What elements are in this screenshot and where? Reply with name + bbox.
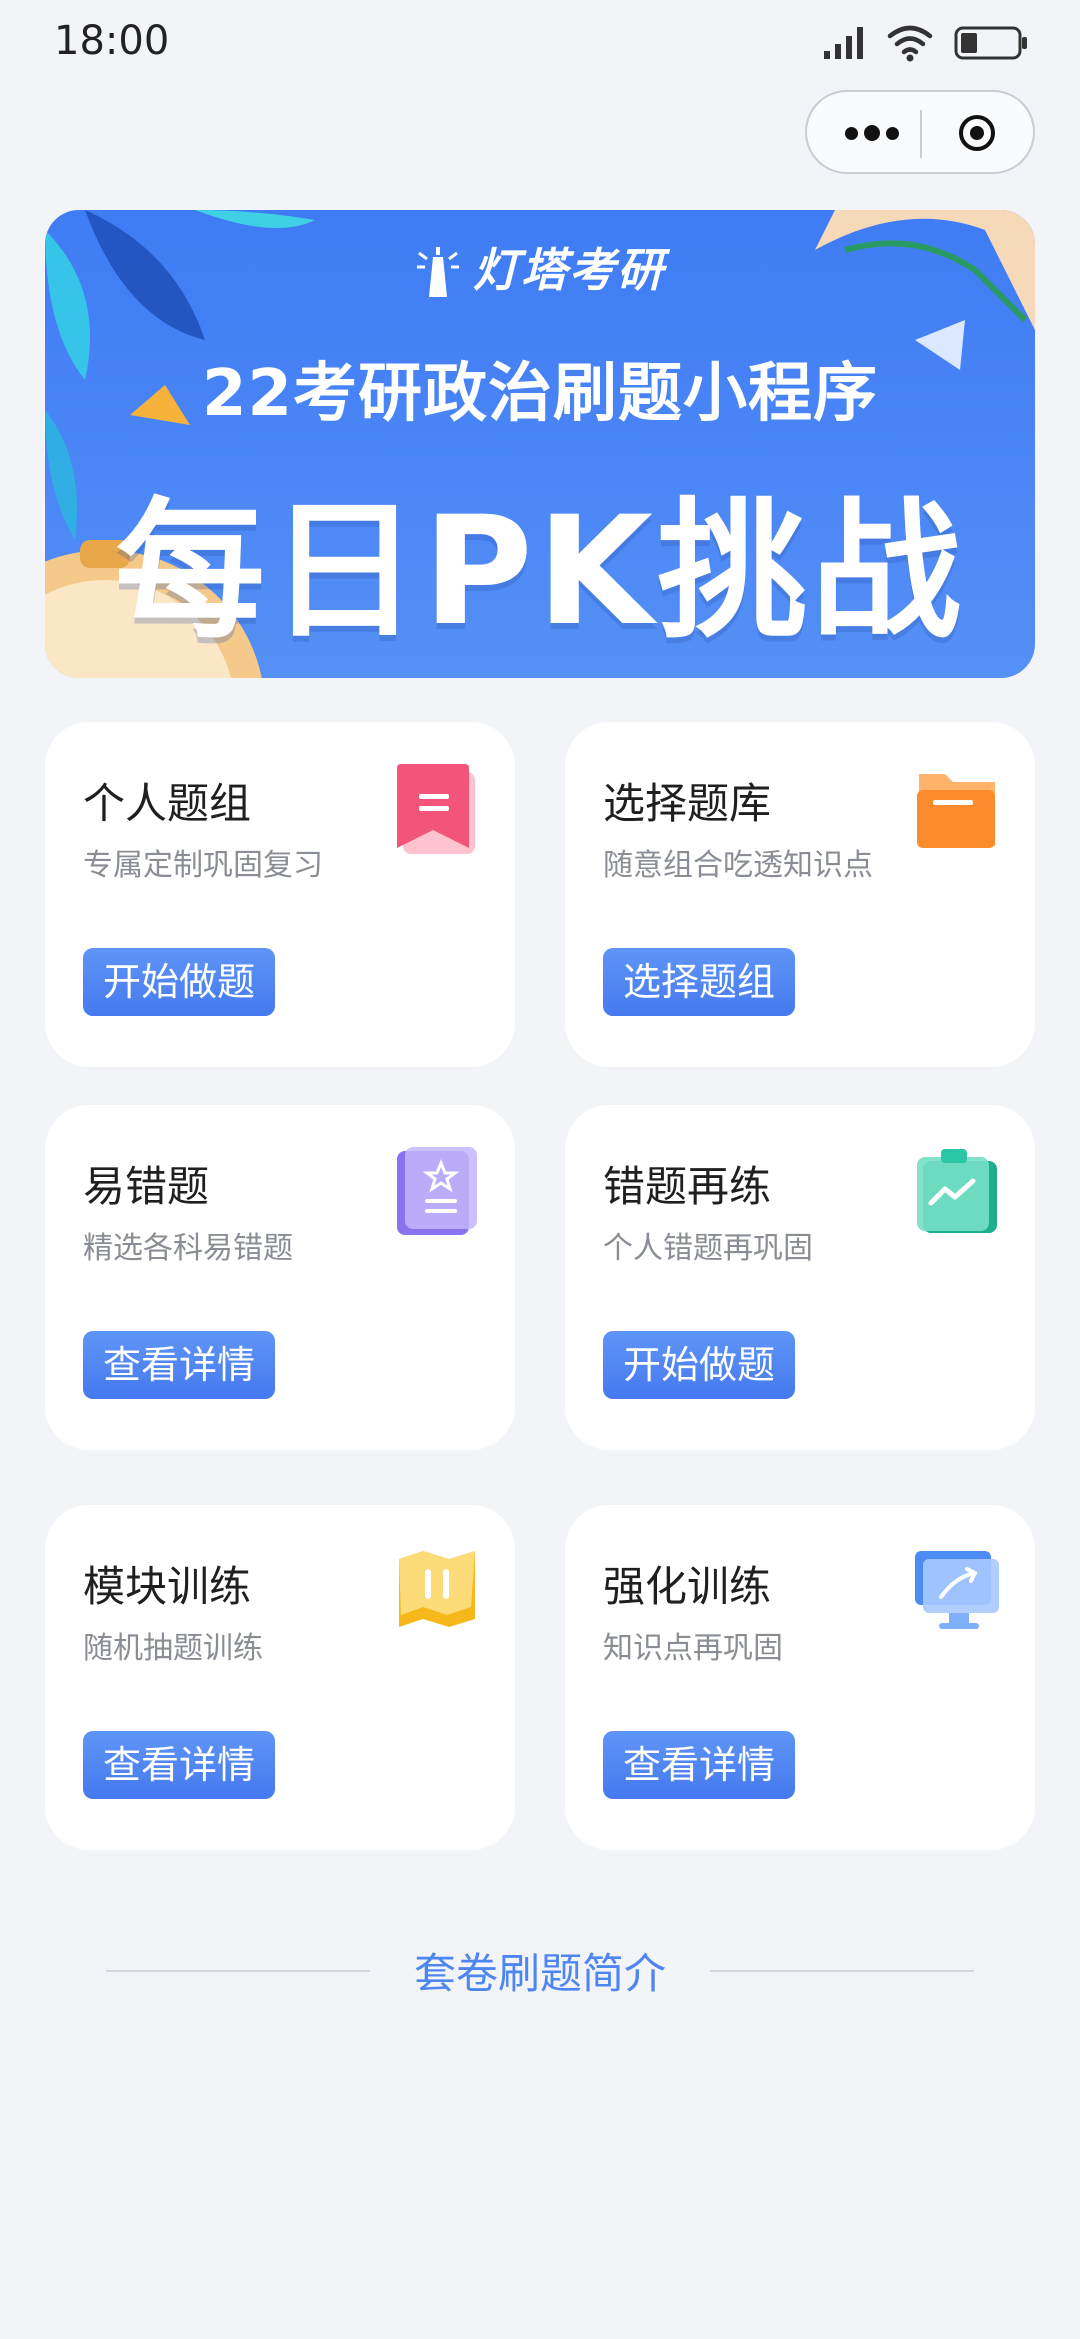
card-question-bank[interactable]: 选择题库 随意组合吃透知识点 选择题组 [565, 722, 1035, 1067]
card-desc: 随机抽题训练 [83, 1631, 263, 1666]
card-desc: 个人错题再巩固 [603, 1231, 813, 1266]
card-personal-group[interactable]: 个人题组 专属定制巩固复习 开始做题 [45, 722, 515, 1067]
card-title: 个人题组 [83, 779, 252, 828]
status-time: 18:00 [54, 18, 170, 64]
view-details-button[interactable]: 查看详情 [83, 1731, 276, 1799]
card-desc: 随意组合吃透知识点 [603, 848, 873, 883]
card-title: 模块训练 [83, 1562, 252, 1611]
card-desc: 精选各科易错题 [83, 1231, 293, 1266]
more-icon[interactable] [845, 120, 925, 146]
monitor-icon [915, 1551, 999, 1629]
card-error-retry[interactable]: 错题再练 个人错题再巩固 开始做题 [565, 1105, 1035, 1450]
map-icon [399, 1551, 475, 1627]
view-details-button[interactable]: 查看详情 [83, 1331, 276, 1399]
banner-subtitle: 22考研政治刷题小程序 [201, 357, 879, 431]
battery-icon [954, 26, 1027, 60]
promo-banner[interactable]: 灯塔考研 22考研政治刷题小程序 每日PK挑战 [45, 210, 1035, 678]
wifi-icon [887, 25, 933, 62]
card-module-training[interactable]: 模块训练 随机抽题训练 查看详情 [45, 1505, 515, 1850]
start-practice-button[interactable]: 开始做题 [83, 948, 276, 1016]
lighthouse-icon [417, 246, 459, 297]
brand-logo: 灯塔考研 [45, 234, 1035, 301]
star-note-icon [397, 1147, 477, 1235]
card-desc: 专属定制巩固复习 [83, 848, 323, 883]
status-bar: 18:00 [0, 0, 1080, 90]
close-target-icon[interactable] [957, 113, 997, 153]
banner-title: 每日PK挑战 [114, 485, 966, 659]
card-title: 易错题 [83, 1162, 210, 1211]
folder-icon [917, 774, 995, 848]
paper-intro-link[interactable]: 套卷刷题简介 [0, 1940, 1080, 2001]
card-title: 强化训练 [603, 1562, 772, 1611]
view-details-button[interactable]: 查看详情 [603, 1731, 796, 1799]
capsule-menu [805, 90, 1035, 174]
paper-intro-section: 套卷刷题简介 [0, 1940, 1080, 2000]
start-practice-button[interactable]: 开始做题 [603, 1331, 796, 1399]
select-group-button[interactable]: 选择题组 [603, 948, 796, 1016]
card-title: 选择题库 [603, 779, 772, 828]
brand-name: 灯塔考研 [473, 243, 665, 297]
clipboard-chart-icon [917, 1149, 997, 1233]
signal-icon [824, 27, 863, 59]
card-intensive-training[interactable]: 强化训练 知识点再巩固 查看详情 [565, 1505, 1035, 1850]
card-error-prone[interactable]: 易错题 精选各科易错题 查看详情 [45, 1105, 515, 1450]
bookmark-icon [397, 764, 475, 854]
capsule-divider [920, 110, 922, 158]
card-desc: 知识点再巩固 [603, 1631, 783, 1666]
card-title: 错题再练 [603, 1162, 772, 1211]
